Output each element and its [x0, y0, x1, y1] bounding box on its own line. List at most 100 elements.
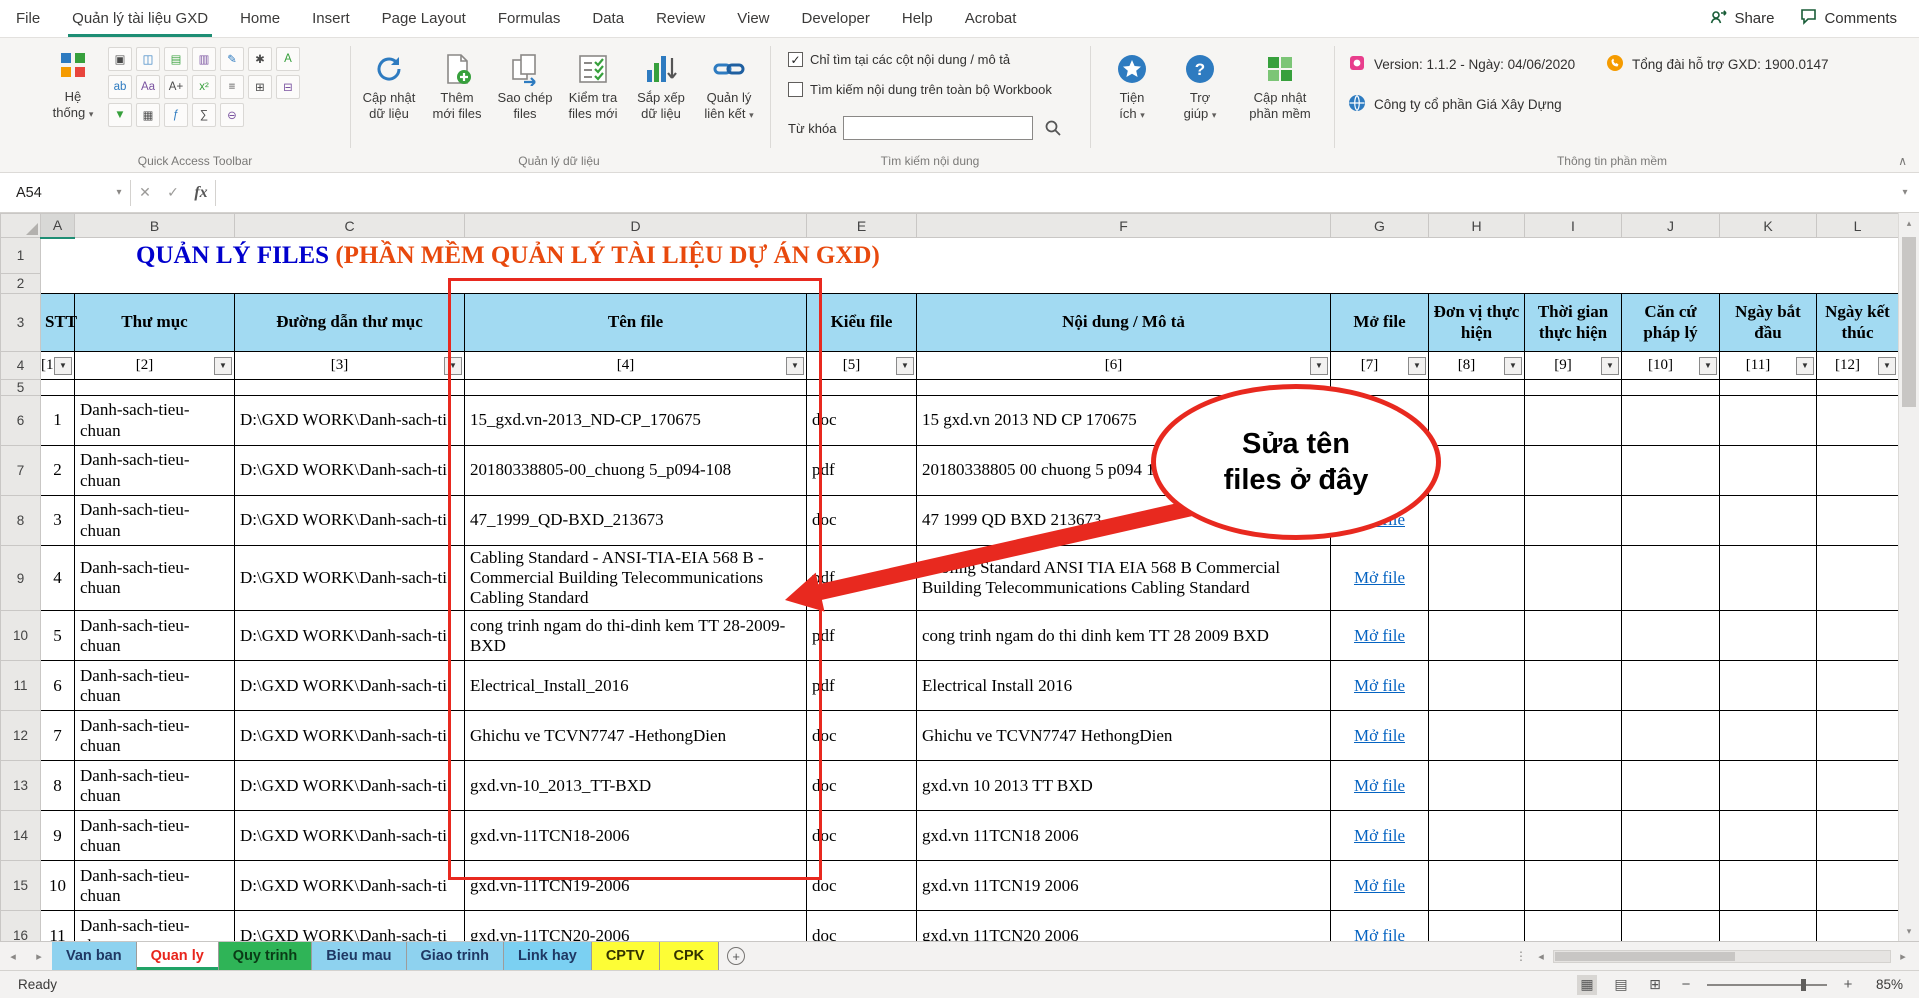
- cell-empty[interactable]: [1622, 611, 1720, 661]
- tab-acrobat[interactable]: Acrobat: [949, 0, 1033, 37]
- cell-path[interactable]: D:\GXD WORK\Danh-sach-ti: [235, 911, 465, 941]
- scroll-left-icon[interactable]: ◂: [1529, 950, 1553, 963]
- filter-cell[interactable]: [9] ▼: [1525, 352, 1622, 380]
- column-header[interactable]: F: [917, 214, 1331, 238]
- tab-data[interactable]: Data: [576, 0, 640, 37]
- cell-file-type[interactable]: doc: [807, 761, 917, 811]
- row-header[interactable]: 13: [1, 761, 41, 811]
- cell-empty[interactable]: [1622, 861, 1720, 911]
- cells-icon[interactable]: ▦: [136, 103, 160, 127]
- table-header-cell[interactable]: Kiểu file: [807, 294, 917, 352]
- cell-description[interactable]: Cabling Standard ANSI TIA EIA 568 B Comm…: [917, 546, 1331, 611]
- row-header[interactable]: 11: [1, 661, 41, 711]
- cell-empty[interactable]: [1622, 911, 1720, 941]
- cell-empty[interactable]: [1525, 761, 1622, 811]
- open-file-link[interactable]: Mở file: [1354, 568, 1405, 587]
- cell-stt[interactable]: 11: [41, 911, 75, 941]
- collapse-ribbon-icon[interactable]: ∧: [1898, 154, 1907, 168]
- cancel-entry-icon[interactable]: ✕: [131, 184, 159, 201]
- cell-empty[interactable]: [1525, 446, 1622, 496]
- cell-path[interactable]: D:\GXD WORK\Danh-sach-ti: [235, 446, 465, 496]
- column-header[interactable]: G: [1331, 214, 1429, 238]
- tab-page-layout[interactable]: Page Layout: [366, 0, 482, 37]
- utilities-button[interactable]: Tiệních ▾: [1100, 44, 1164, 146]
- cell-file-name[interactable]: 47_1999_QD-BXD_213673: [465, 496, 807, 546]
- filter-cell[interactable]: [12] ▼: [1817, 352, 1899, 380]
- table-header-cell[interactable]: Đơn vị thực hiện: [1429, 294, 1525, 352]
- scroll-up-icon[interactable]: ▴: [1899, 213, 1919, 233]
- cell-empty[interactable]: [1720, 546, 1817, 611]
- format-painter-icon[interactable]: ✎: [220, 47, 244, 71]
- cell-folder[interactable]: Danh-sach-tieu-chuan: [75, 611, 235, 661]
- cell-empty[interactable]: [1429, 496, 1525, 546]
- cell-empty[interactable]: [1429, 661, 1525, 711]
- search-columns-checkbox[interactable]: ✓: [788, 52, 803, 67]
- cell-description[interactable]: Ghichu ve TCVN7747 HethongDien: [917, 711, 1331, 761]
- filter-dropdown-button[interactable]: ▼: [54, 357, 72, 375]
- cell-description[interactable]: gxd.vn 11TCN19 2006: [917, 861, 1331, 911]
- cell-empty[interactable]: [1525, 911, 1622, 941]
- row-header[interactable]: 2: [1, 274, 41, 294]
- filter-dropdown-button[interactable]: ▼: [1504, 357, 1522, 375]
- sheet-nav-left-icon[interactable]: ◂: [0, 942, 26, 970]
- system-button[interactable]: Hệ thống ▾: [44, 44, 102, 146]
- share-button[interactable]: Share: [1710, 8, 1774, 29]
- sheet-tab[interactable]: Quy trinh: [219, 942, 312, 970]
- tab-help[interactable]: Help: [886, 0, 949, 37]
- filter-cell[interactable]: [2] ▼: [75, 352, 235, 380]
- open-file-link[interactable]: Mở file: [1354, 626, 1405, 645]
- scroll-down-icon[interactable]: ▾: [1899, 921, 1919, 941]
- cell-empty[interactable]: [1817, 661, 1899, 711]
- chart-icon[interactable]: ▥: [192, 47, 216, 71]
- filter-dropdown-button[interactable]: ▼: [896, 357, 914, 375]
- cell-folder[interactable]: Danh-sach-tieu-chuan: [75, 761, 235, 811]
- cell-empty[interactable]: [1525, 496, 1622, 546]
- cell-empty[interactable]: [1720, 761, 1817, 811]
- name-box[interactable]: A54: [0, 173, 108, 212]
- column-header[interactable]: D: [465, 214, 807, 238]
- page-break-view-icon[interactable]: ⊞: [1645, 975, 1665, 995]
- cell-file-type[interactable]: pdf: [807, 546, 917, 611]
- cell-file-name[interactable]: Electrical_Install_2016: [465, 661, 807, 711]
- column-header[interactable]: K: [1720, 214, 1817, 238]
- filter-cell[interactable]: [4] ▼: [465, 352, 807, 380]
- filter-cell[interactable]: [3] ▼: [235, 352, 465, 380]
- filter-cell[interactable]: [6] ▼: [917, 352, 1331, 380]
- page-layout-view-icon[interactable]: ▤: [1611, 975, 1631, 995]
- row-header[interactable]: 16: [1, 911, 41, 941]
- superscript-icon[interactable]: x²: [192, 75, 216, 99]
- settings-icon[interactable]: ✱: [248, 47, 272, 71]
- row-header[interactable]: 14: [1, 811, 41, 861]
- cell-empty[interactable]: [1525, 611, 1622, 661]
- row-header[interactable]: 7: [1, 446, 41, 496]
- cell-empty[interactable]: [1622, 396, 1720, 446]
- open-file-link[interactable]: Mở file: [1354, 826, 1405, 845]
- filter-dropdown-button[interactable]: ▼: [444, 357, 462, 375]
- row-header[interactable]: 9: [1, 546, 41, 611]
- cell-empty[interactable]: [1720, 611, 1817, 661]
- sheet-tab[interactable]: Giao trinh: [407, 942, 504, 970]
- cell-empty[interactable]: [1720, 661, 1817, 711]
- cell-file-name[interactable]: gxd.vn-10_2013_TT-BXD: [465, 761, 807, 811]
- zoom-slider-thumb[interactable]: [1801, 979, 1806, 991]
- cell-folder[interactable]: Danh-sach-tieu-chuan: [75, 546, 235, 611]
- cell-description[interactable]: Electrical Install 2016: [917, 661, 1331, 711]
- sheet-tab[interactable]: Bieu mau: [312, 942, 406, 970]
- filter-dropdown-button[interactable]: ▼: [786, 357, 804, 375]
- cell-empty[interactable]: [1622, 761, 1720, 811]
- sheet-tab[interactable]: CPK: [660, 942, 720, 970]
- cell-file-type[interactable]: doc: [807, 911, 917, 941]
- cell-file-name[interactable]: gxd.vn-11TCN19-2006: [465, 861, 807, 911]
- add-files-button[interactable]: Thêmmới files: [424, 44, 490, 146]
- cell-path[interactable]: D:\GXD WORK\Danh-sach-ti: [235, 711, 465, 761]
- cell-folder[interactable]: Danh-sach-tieu-chuan: [75, 911, 235, 941]
- cell-empty[interactable]: [1429, 861, 1525, 911]
- empty-row[interactable]: [41, 274, 1899, 294]
- cell-empty[interactable]: [1817, 396, 1899, 446]
- cell-file-name[interactable]: Ghichu ve TCVN7747 -HethongDien: [465, 711, 807, 761]
- table-header-cell[interactable]: Tên file: [465, 294, 807, 352]
- cell-path[interactable]: D:\GXD WORK\Danh-sach-ti: [235, 761, 465, 811]
- row-header[interactable]: 12: [1, 711, 41, 761]
- vertical-scrollbar[interactable]: ▴ ▾: [1898, 213, 1919, 941]
- sheet-tab[interactable]: Link hay: [504, 942, 592, 970]
